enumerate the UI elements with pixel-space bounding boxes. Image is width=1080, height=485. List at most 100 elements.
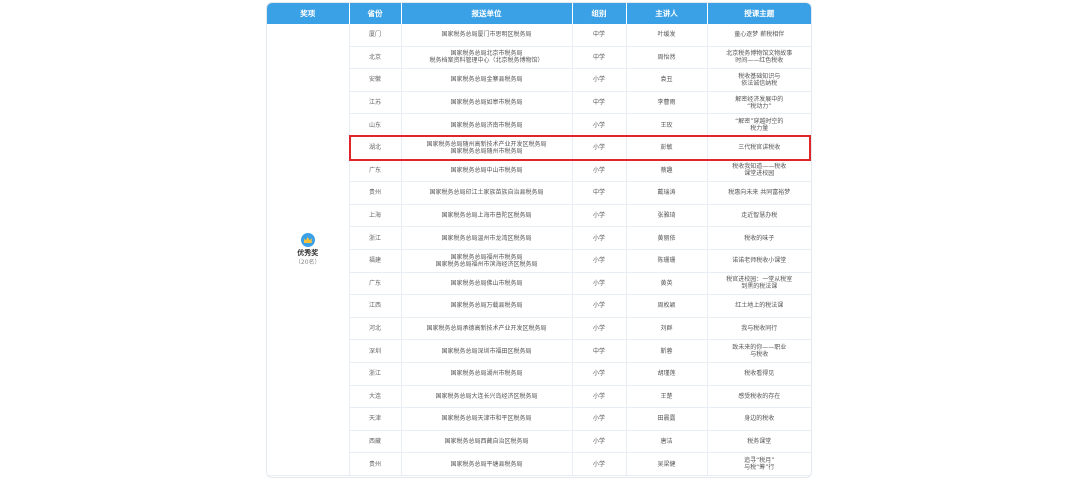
- province-cell: 北京: [349, 46, 402, 70]
- level-cell: 小学: [572, 430, 627, 454]
- table-row: 河北 国家税务总局承德高新技术产业开发区税务局 小学 刘群 我与税收同行: [267, 317, 811, 341]
- unit-cell-line: 国家税务总局平塘县税务局: [450, 460, 523, 468]
- level-cell: 小学: [572, 362, 627, 386]
- unit-cell-line: 国家税务总局随州市税务局: [450, 147, 523, 155]
- unit-cell-line: 国家税务总局大连长兴岛经济区税务局: [435, 392, 538, 400]
- topic-cell-line: 童心逐梦 薪税相伴: [734, 31, 785, 39]
- speaker-cell: 靳蓉: [626, 339, 708, 363]
- unit-cell-line: 税务档案资料管理中心（北京税务博物馆）: [429, 57, 544, 65]
- unit-cell-line: 国家税务总局天津市和平区税务局: [441, 415, 532, 423]
- speaker-cell: 刘群: [626, 317, 708, 341]
- unit-cell: 国家税务总局中山市税务局: [401, 159, 573, 183]
- unit-cell: 国家税务总局随州高新技术产业开发区税务局 国家税务总局随州市税务局: [401, 136, 573, 160]
- topic-cell: 红土地上的税法课: [707, 294, 811, 318]
- province-cell: 厦门: [349, 24, 402, 47]
- province-cell: 深圳: [349, 339, 402, 363]
- topic-cell-line: 税惠向未来 共同富裕梦: [728, 189, 791, 197]
- unit-cell-line: 国家税务总局福州市滨海经济区税务局: [435, 260, 538, 268]
- unit-cell-line: 国家税务总局福州市税务局: [450, 253, 523, 261]
- table-row: 广东 国家税务总局佛山市税务局 小学 黄英 税官进校园：一堂从税室 到黑的税法课: [267, 272, 811, 296]
- table-row: 湖北 国家税务总局随州高新技术产业开发区税务局 国家税务总局随州市税务局 小学 彭敏 三代…: [267, 136, 811, 160]
- table-row: 贵州 国家税务总局平塘县税务局 小学 吴梁健 追寻“税月” 与税“筹”行: [267, 452, 811, 476]
- award-cell: 优秀奖 （20名）: [267, 24, 350, 476]
- speaker-cell: 陈珊珊: [626, 249, 708, 273]
- unit-cell: 国家税务总局上海市普陀区税务局: [401, 204, 573, 228]
- speaker-cell: 周怡然: [626, 46, 708, 70]
- level-cell: 小学: [572, 136, 627, 160]
- level-cell: 小学: [572, 249, 627, 273]
- level-cell: 小学: [572, 68, 627, 92]
- level-cell: 中学: [572, 91, 627, 115]
- topic-cell-line: 解密经济发展中的: [735, 95, 784, 103]
- unit-cell-line: 国家税务总局厦门市思明区税务局: [441, 31, 532, 39]
- topic-cell-line: 与税“筹”行: [744, 464, 775, 472]
- table-row: 北京 国家税务总局北京市税务局 税务档案资料管理中心（北京税务博物馆） 中学 周怡然 北京…: [267, 46, 811, 70]
- province-cell: 天津: [349, 407, 402, 431]
- province-cell: 上海: [349, 204, 402, 228]
- award-count: （20名）: [294, 258, 321, 266]
- table-row: 广东 国家税务总局中山市税务局 小学 蔡趣 税收我知道——税收 课堂进校园: [267, 159, 811, 183]
- unit-cell: 国家税务总局大连长兴岛经济区税务局: [401, 385, 573, 409]
- topic-cell-line: 依法诚信纳税: [741, 79, 778, 87]
- unit-cell: 国家税务总局印江土家族苗族自治县税务局: [401, 181, 573, 205]
- unit-cell-line: 国家税务总局随州高新技术产业开发区税务局: [426, 140, 547, 148]
- unit-cell: 国家税务总局西藏自治区税务局: [401, 430, 573, 454]
- unit-cell-line: 国家税务总局西藏自治区税务局: [444, 437, 529, 445]
- topic-cell-line: 三代税官讲税收: [738, 144, 781, 152]
- speaker-cell: 王楚: [626, 385, 708, 409]
- unit-cell-line: 国家税务总局承德高新技术产业开发区税务局: [426, 325, 547, 333]
- province-cell: 浙江: [349, 362, 402, 386]
- province-cell: 大连: [349, 385, 402, 409]
- province-cell: 河北: [349, 317, 402, 341]
- province-cell: 安徽: [349, 68, 402, 92]
- level-cell: 中学: [572, 24, 627, 47]
- speaker-cell: 田晨露: [626, 407, 708, 431]
- level-cell: 小学: [572, 317, 627, 341]
- award-name: 优秀奖: [297, 248, 319, 257]
- table-row: 天津 国家税务总局天津市和平区税务局 小学 田晨露 身边的税收: [267, 407, 811, 431]
- unit-cell: 国家税务总局承德高新技术产业开发区税务局: [401, 317, 573, 341]
- topic-cell: 三代税官讲税收: [707, 136, 811, 160]
- province-cell: 湖北: [349, 136, 402, 160]
- province-cell: 西藏: [349, 430, 402, 454]
- topic-cell-line: 到黑的税法课: [741, 283, 778, 291]
- topic-cell: 我与税收同行: [707, 317, 811, 341]
- unit-cell: 国家税务总局温州市龙湾区税务局: [401, 226, 573, 250]
- unit-cell: 国家税务总局福州市税务局 国家税务总局福州市滨海经济区税务局: [401, 249, 573, 273]
- level-cell: 中学: [572, 181, 627, 205]
- unit-cell: 国家税务总局湖州市税务局: [401, 362, 573, 386]
- level-cell: 中学: [572, 339, 627, 363]
- level-cell: 小学: [572, 113, 627, 137]
- unit-cell-line: 国家税务总局印江土家族苗族自治县税务局: [429, 189, 544, 197]
- unit-cell-line: 国家税务总局佛山市税务局: [450, 279, 523, 287]
- header-province: 省份: [349, 3, 402, 24]
- speaker-cell: 胡瑾莲: [626, 362, 708, 386]
- unit-cell: 国家税务总局平塘县税务局: [401, 452, 573, 476]
- unit-cell-line: 国家税务总局湖州市税务局: [450, 370, 523, 378]
- table-row: 贵州 国家税务总局印江土家族苗族自治县税务局 中学 戴瑞涛 税惠向未来 共同富裕梦: [267, 181, 811, 205]
- topic-cell: 税收的味子: [707, 226, 811, 250]
- unit-cell-line: 国家税务总局中山市税务局: [450, 166, 523, 174]
- speaker-cell: 彭敏: [626, 136, 708, 160]
- topic-cell: 解密经济发展中的 “税动力”: [707, 91, 811, 115]
- level-cell: 小学: [572, 272, 627, 296]
- table-row: 浙江 国家税务总局湖州市税务局 小学 胡瑾莲 税收看得见: [267, 362, 811, 386]
- topic-cell: “解密”穿越时空的 税力量: [707, 113, 811, 137]
- unit-cell-line: 国家税务总局如皋市税务局: [450, 99, 523, 107]
- header-unit: 报送单位: [401, 3, 573, 24]
- table-row: 山东 国家税务总局济南市税务局 小学 王玫 “解密”穿越时空的 税力量: [267, 113, 811, 137]
- unit-cell: 国家税务总局济南市税务局: [401, 113, 573, 137]
- table-row: 深圳 国家税务总局深圳市福田区税务局 中学 靳蓉 致未来的你——职业 与税收: [267, 339, 811, 363]
- speaker-cell: 戴瑞涛: [626, 181, 708, 205]
- level-cell: 小学: [572, 407, 627, 431]
- header-speaker: 主讲人: [626, 3, 708, 24]
- unit-cell-line: 国家税务总局万载县税务局: [450, 302, 523, 310]
- table-row: 西藏 国家税务总局西藏自治区税务局 小学 唐洁 税务课堂: [267, 430, 811, 454]
- province-cell: 贵州: [349, 181, 402, 205]
- topic-cell: 诺诺老师税收小课堂: [707, 249, 811, 273]
- topic-cell-line: 课堂进校园: [744, 170, 775, 178]
- unit-cell-line: 国家税务总局深圳市福田区税务局: [441, 347, 532, 355]
- awards-table: 奖项 省份 报送单位 组别 主讲人 授课主题 优秀奖 （20名） 厦门 国家税务总局厦…: [267, 3, 811, 476]
- speaker-cell: 唐洁: [626, 430, 708, 454]
- level-cell: 小学: [572, 452, 627, 476]
